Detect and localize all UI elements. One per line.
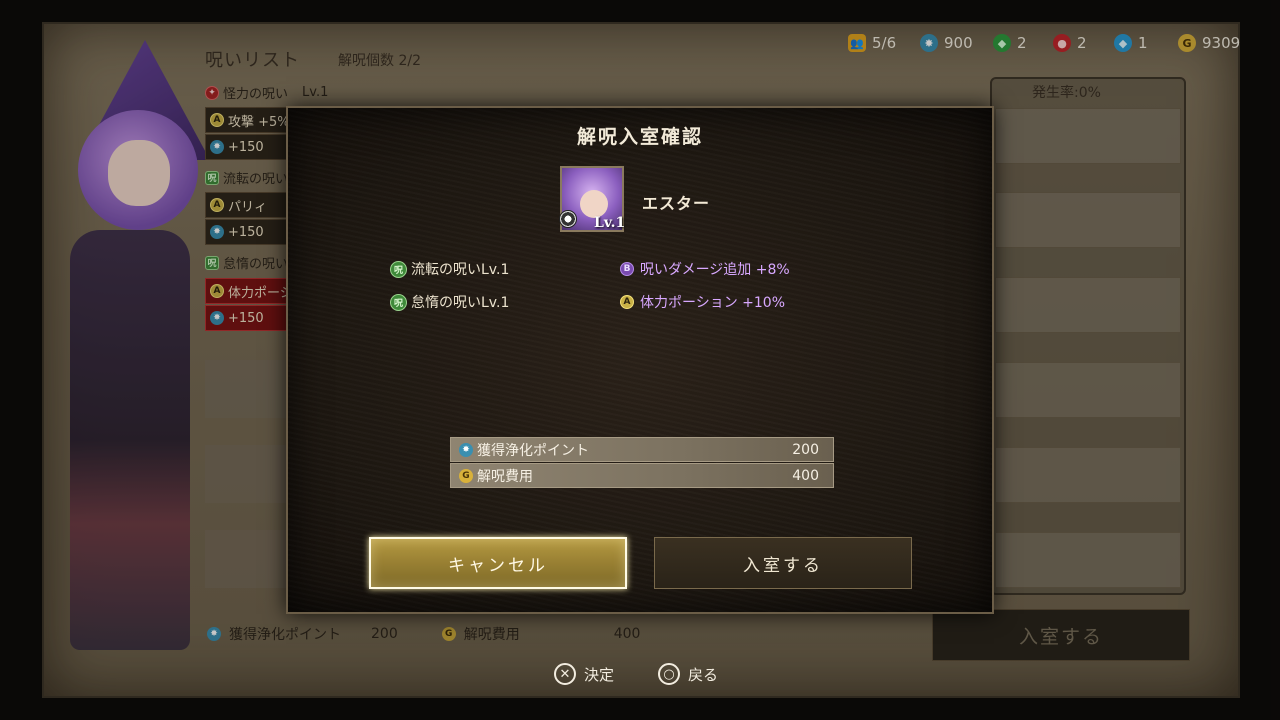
character-name: エスター: [642, 194, 711, 213]
rank-a-icon: A: [620, 295, 634, 309]
points-value: 200: [792, 441, 819, 458]
cost-value: 400: [792, 467, 819, 484]
points-label: 獲得浄化ポイント: [477, 442, 589, 459]
cost-label: 解呪費用: [477, 468, 533, 485]
effect-label: 体力ポーション +10%: [640, 295, 786, 311]
dialog-curse-1: 呪 流転の呪いLv.1: [390, 259, 509, 279]
portrait-face: [580, 190, 608, 218]
cost-summary: G 解呪費用 400: [450, 463, 834, 488]
rank-b-icon: B: [620, 262, 634, 276]
portrait-emblem-icon: [559, 210, 577, 228]
back-label: 戻る: [688, 665, 719, 684]
enter-room-button[interactable]: 入室する: [654, 537, 912, 589]
curse-label: 怠惰の呪いLv.1: [411, 295, 510, 311]
confirm-prompt[interactable]: ✕ 決定: [554, 663, 614, 685]
points-summary: ✸ 獲得浄化ポイント 200: [450, 437, 834, 462]
dialog-title: 解呪入室確認: [576, 126, 703, 148]
green-curse-icon: 呪: [390, 260, 407, 278]
effect-label: 呪いダメージ追加 +8%: [640, 262, 790, 278]
character-level: Lv.1: [594, 215, 626, 231]
curse-label: 流転の呪いLv.1: [411, 262, 510, 278]
circle-button-icon: ○: [658, 663, 680, 685]
cross-button-icon: ✕: [554, 663, 576, 685]
green-curse-icon: 呪: [390, 293, 407, 311]
confirm-label: 決定: [584, 665, 615, 684]
purify-point-icon: ✸: [459, 442, 473, 457]
gold-icon: G: [459, 468, 473, 483]
back-prompt[interactable]: ○ 戻る: [658, 663, 718, 685]
dialog-effect-1: B 呪いダメージ追加 +8%: [620, 259, 790, 279]
cancel-button[interactable]: キャンセル: [369, 537, 627, 589]
dialog-curse-2: 呪 怠惰の呪いLv.1: [390, 292, 509, 312]
dialog-effect-2: A 体力ポーション +10%: [620, 292, 785, 312]
